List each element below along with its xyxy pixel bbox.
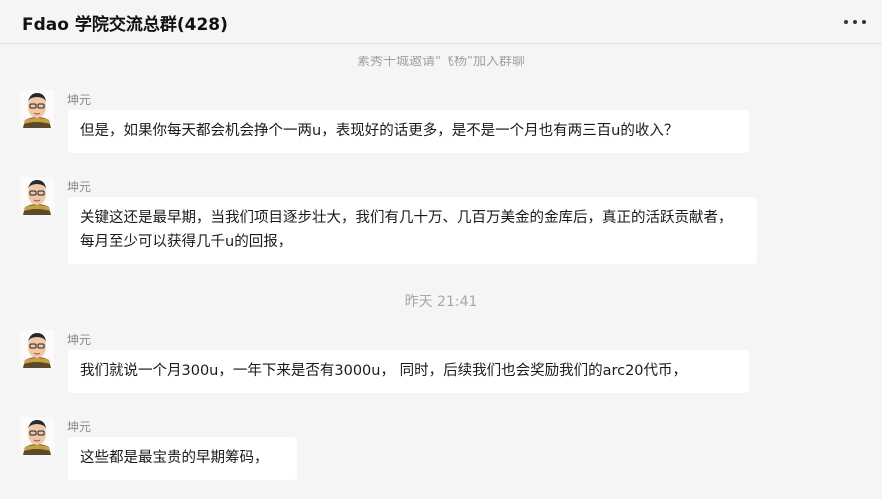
sender-name: 坤元: [67, 180, 92, 194]
avatar[interactable]: [20, 177, 54, 215]
message-bubble: 关键这还是最早期，当我们项目逐步壮大，我们有几十万、几百万美金的金库后，真正的活…: [68, 197, 757, 264]
sender-name: 坤元: [67, 93, 92, 107]
more-dots-icon[interactable]: [844, 14, 866, 30]
avatar[interactable]: [20, 90, 54, 128]
person-avatar-icon: [20, 330, 54, 368]
message-bubble: 这些都是最宝贵的早期筹码，: [68, 437, 297, 480]
message-bubble: 我们就说一个月300u，一年下来是否有3000u， 同时，后续我们也会奖励我们的…: [68, 350, 749, 393]
avatar[interactable]: [20, 417, 54, 455]
person-avatar-icon: [20, 417, 54, 455]
sender-name: 坤元: [67, 420, 92, 434]
message-bubble: 但是，如果你每天都会机会挣个一两u，表现好的话更多，是不是一个月也有两三百u的收…: [68, 110, 749, 153]
chat-title: Fdao 学院交流总群(428): [22, 15, 228, 35]
person-avatar-icon: [20, 90, 54, 128]
person-avatar-icon: [20, 177, 54, 215]
timestamp: 昨天 21:41: [404, 294, 478, 310]
avatar[interactable]: [20, 330, 54, 368]
sender-name: 坤元: [67, 333, 92, 347]
chat-header: Fdao 学院交流总群(428): [0, 0, 882, 44]
system-message: 素秀千城邀请"飞杨"加入群聊: [357, 54, 525, 69]
